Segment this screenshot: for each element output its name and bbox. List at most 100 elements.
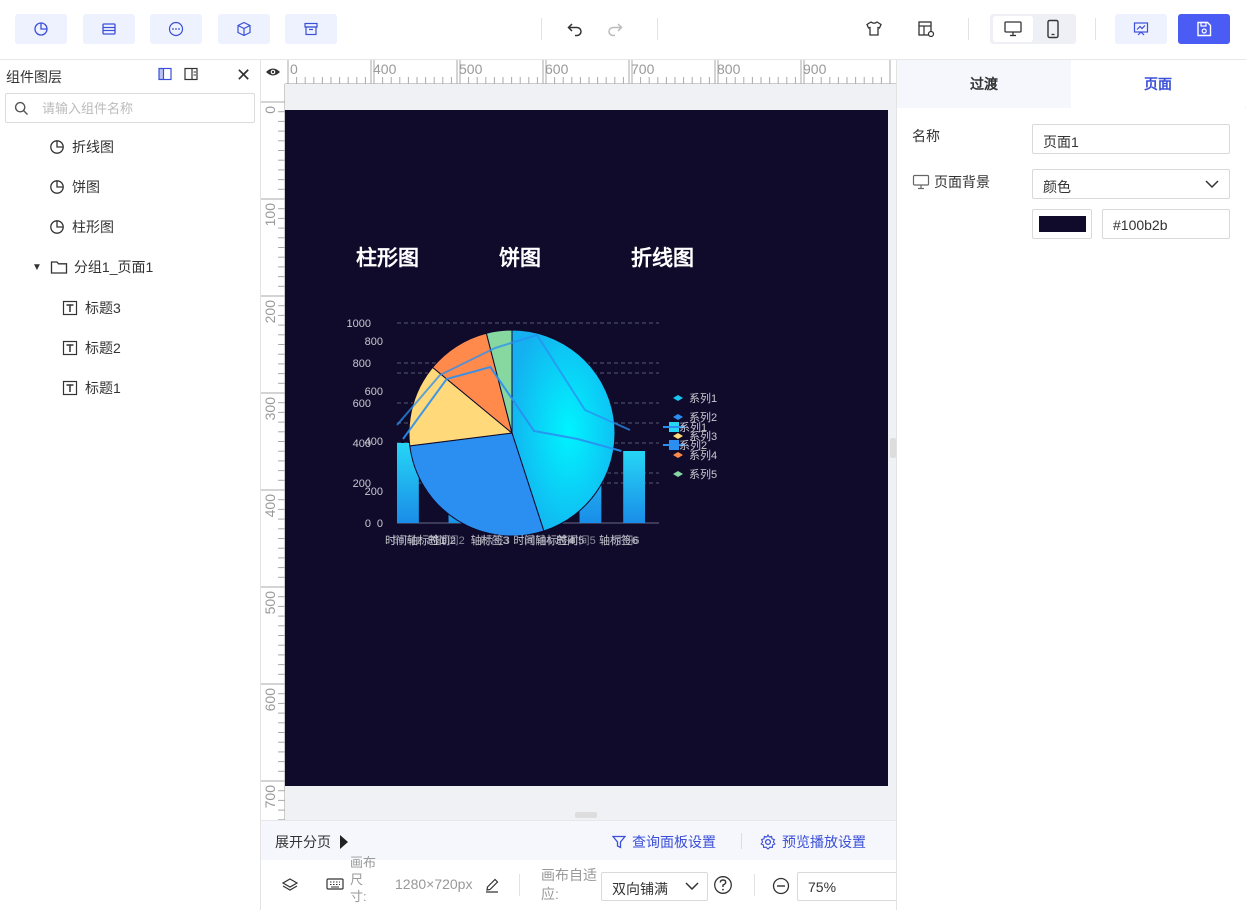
layer-item-title1[interactable]: 标题1 <box>61 377 121 399</box>
layer-item-bar-chart[interactable]: 柱形图 <box>48 216 114 238</box>
redo-button[interactable] <box>602 16 628 42</box>
more-button[interactable] <box>150 14 202 44</box>
divider <box>741 833 742 849</box>
ruler-label: 400 <box>262 494 278 518</box>
chart-button[interactable] <box>15 14 67 44</box>
archive-button[interactable] <box>285 14 337 44</box>
canvas-size-label: 画布尺寸: <box>350 855 377 904</box>
x-tick-label: 时间6 <box>611 534 639 547</box>
query-panel-settings-button[interactable]: 查询面板设置 <box>612 832 716 852</box>
monitor-icon <box>912 174 930 190</box>
theme-button[interactable] <box>861 16 887 42</box>
background-color-hex-input[interactable]: #100b2b <box>1102 209 1230 239</box>
layer-item-pie-chart[interactable]: 饼图 <box>48 176 100 198</box>
legend-marker <box>673 395 683 401</box>
legend-marker <box>673 471 683 477</box>
toolbar-divider <box>657 18 658 40</box>
component-button[interactable] <box>218 14 270 44</box>
x-tick-label: 时间5 <box>568 534 596 547</box>
color-swatch <box>1039 216 1086 232</box>
legend-label: 系列2 <box>679 438 707 452</box>
layer-item-group[interactable]: ▼ 分组1_页面1 <box>32 256 153 278</box>
divider <box>519 874 520 896</box>
layers-view-toggles <box>158 67 198 81</box>
page-name-label: 名称 <box>912 128 940 144</box>
layer-item-line-chart[interactable]: 折线图 <box>48 136 114 158</box>
top-toolbar <box>0 0 1246 60</box>
filter-icon <box>612 835 626 849</box>
ruler-label: 100 <box>262 203 278 227</box>
caret-right-icon <box>340 835 348 849</box>
edit-icon[interactable] <box>484 877 500 893</box>
legend-label: 系列5 <box>689 467 717 481</box>
divider <box>754 874 755 896</box>
tab-transition[interactable]: 过渡 <box>897 60 1071 108</box>
background-type-select[interactable]: 颜色 <box>1032 169 1230 199</box>
table-settings-button[interactable] <box>913 16 939 42</box>
split-left-icon[interactable] <box>158 67 172 81</box>
help-icon[interactable] <box>713 875 733 895</box>
device-switcher <box>990 14 1076 44</box>
database-button[interactable] <box>83 14 135 44</box>
expand-pages-button[interactable]: 展开分页 <box>275 832 349 852</box>
table-settings-icon <box>918 21 935 38</box>
close-icon[interactable]: ✕ <box>236 66 251 84</box>
layer-item-label: 标题2 <box>85 340 121 356</box>
keyboard-icon[interactable] <box>326 877 344 891</box>
database-icon <box>102 23 116 35</box>
toolbar-divider <box>1095 18 1096 40</box>
ruler-label: 800 <box>717 61 741 77</box>
layer-item-label: 标题3 <box>85 300 121 316</box>
redo-icon <box>608 23 623 37</box>
desktop-view-button[interactable] <box>993 16 1033 42</box>
y-tick-label: 800 <box>365 336 383 348</box>
tab-page[interactable]: 页面 <box>1071 60 1245 108</box>
undo-icon <box>567 23 582 37</box>
ruler-label: 500 <box>262 591 278 615</box>
expand-pages-label: 展开分页 <box>275 834 331 850</box>
layer-item-label: 柱形图 <box>72 219 114 235</box>
mobile-view-button[interactable] <box>1033 16 1073 42</box>
caret-down-icon[interactable]: ▼ <box>32 262 42 273</box>
properties-panel: 过渡 页面 名称 页面1 页面背景 颜色 #100b2b <box>896 60 1246 910</box>
zoom-out-icon[interactable] <box>772 877 790 895</box>
canvas-adapt-select[interactable]: 双向铺满 <box>601 872 708 901</box>
cube-icon <box>237 21 251 37</box>
presentation-icon <box>1133 22 1149 36</box>
horizontal-ruler[interactable]: 0 400 500 600 700 800 900 <box>285 60 896 84</box>
split-right-icon[interactable] <box>184 67 198 81</box>
background-type-value: 颜色 <box>1043 179 1071 195</box>
horizontal-scrollbar[interactable] <box>575 812 597 818</box>
x-tick-label: 时间4 <box>524 534 552 547</box>
y-tick-label: 0 <box>377 518 383 530</box>
status-bar: 画布尺寸: 1280×720px 画布自适应: 双向铺满 75% <box>261 855 946 910</box>
preview-settings-label: 预览播放设置 <box>782 834 866 850</box>
layers-icon[interactable] <box>282 877 298 893</box>
save-button[interactable] <box>1178 14 1230 44</box>
undo-button[interactable] <box>562 16 588 42</box>
page-name-input[interactable]: 页面1 <box>1032 124 1230 154</box>
canvas-adapt-value: 双向铺满 <box>612 881 668 897</box>
chart-icon <box>34 22 48 36</box>
y-tick-label: 800 <box>353 358 371 370</box>
background-color-picker[interactable] <box>1032 209 1092 239</box>
overlapping-charts[interactable]: 020040060080010000200400600800时间轴标签1时间2 轴… <box>285 110 888 786</box>
legend-marker <box>673 452 683 458</box>
page-name-value: 页面1 <box>1043 134 1079 150</box>
eye-icon[interactable] <box>261 60 285 84</box>
gear-icon <box>760 834 776 850</box>
preview-button[interactable] <box>1115 14 1167 44</box>
preview-settings-button[interactable]: 预览播放设置 <box>760 832 866 852</box>
y-tick-label: 0 <box>365 518 371 530</box>
layer-search-input[interactable] <box>42 98 242 118</box>
ruler-label: 400 <box>373 61 397 77</box>
ruler-label: 600 <box>262 688 278 712</box>
layer-item-title3[interactable]: 标题3 <box>61 297 121 319</box>
design-stage[interactable]: 柱形图 饼图 折线图 0 200 400 600 800 1000 0 200 400 600 80… <box>285 110 888 786</box>
layer-item-label: 折线图 <box>72 139 114 155</box>
vertical-ruler[interactable]: 0 100 200 300 400 500 600 700 <box>261 84 285 820</box>
mobile-icon <box>1047 19 1059 39</box>
page-background-text: 页面背景 <box>934 174 990 190</box>
layer-item-title2[interactable]: 标题2 <box>61 337 121 359</box>
ruler-label: 0 <box>290 61 298 77</box>
